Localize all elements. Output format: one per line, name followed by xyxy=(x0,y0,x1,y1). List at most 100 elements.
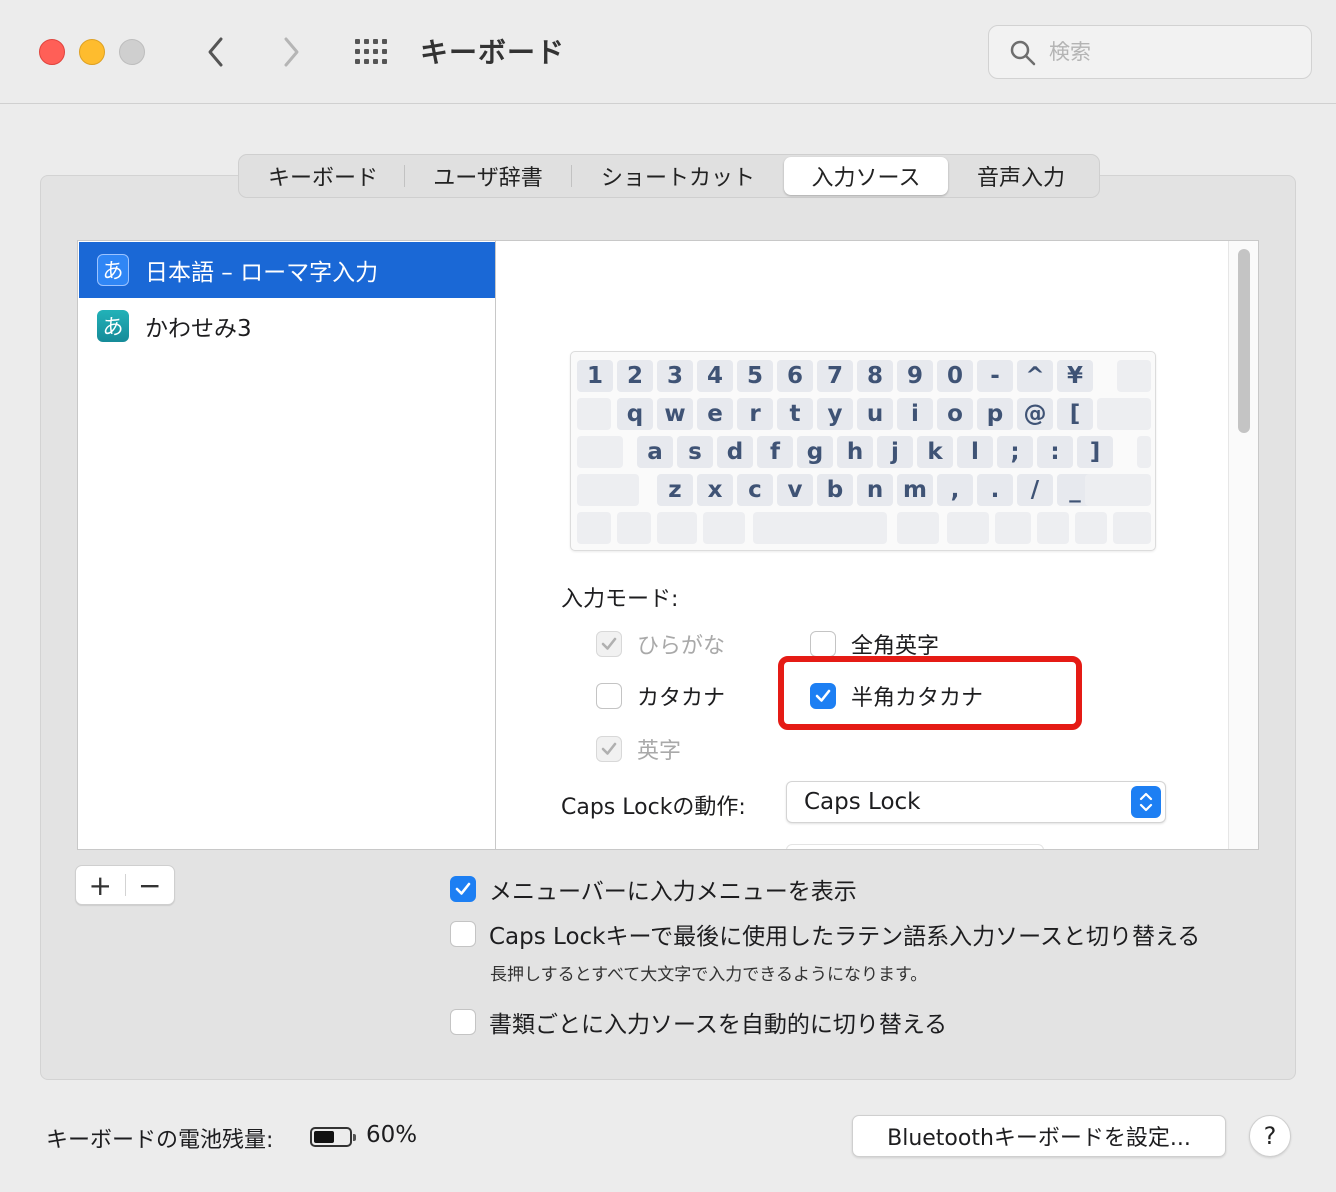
keyboard-layout-preview: 1 2 3 4 5 6 7 8 9 0- ^ ¥ q w e r t y u i o p @[a s d f g h j k l;:] z x c… xyxy=(570,351,1156,551)
search-icon xyxy=(1010,40,1036,66)
chevron-up-down-icon xyxy=(1139,792,1153,812)
option-show-input-menu[interactable]: メニューバーに入力メニューを表示 xyxy=(450,872,857,906)
keyboard-key: a xyxy=(637,436,673,468)
caps-lock-switch-checkbox[interactable] xyxy=(450,921,476,947)
tab-dictation[interactable]: 音声入力 xyxy=(948,157,1094,195)
battery-value: 60% xyxy=(366,1122,418,1148)
search-field[interactable] xyxy=(988,25,1312,79)
battery-nub xyxy=(353,1134,356,1141)
keyboard-key: b xyxy=(817,474,853,506)
keyboard-key: p xyxy=(977,398,1013,430)
keyboard-key: x xyxy=(697,474,733,506)
keyboard-key-blank xyxy=(1113,512,1151,544)
keyboard-key: - xyxy=(977,360,1013,392)
keyboard-key-blank xyxy=(577,512,611,544)
option-auto-switch[interactable]: 書類ごとに入力ソースを自動的に切り替える xyxy=(450,1005,947,1039)
keyboard-key: @ xyxy=(1017,398,1053,430)
setup-bluetooth-keyboard-button[interactable]: Bluetoothキーボードを設定... xyxy=(852,1115,1226,1157)
auto-switch-checkbox[interactable] xyxy=(450,1009,476,1035)
keyboard-key: z xyxy=(657,474,693,506)
keyboard-key: j xyxy=(877,436,913,468)
help-button[interactable]: ? xyxy=(1249,1115,1291,1157)
scroll-thumb[interactable] xyxy=(1238,249,1250,433)
caps-lock-switch-label: Caps Lockキーで最後に使用したラテン語系入力ソースと切り替える xyxy=(489,924,1201,950)
input-source-detail: 1 2 3 4 5 6 7 8 9 0- ^ ¥ q w e r t y u i o p @[a s d f g h j k l;:] z x c… xyxy=(495,240,1259,850)
caps-lock-behavior-select[interactable]: Caps Lock xyxy=(786,781,1166,823)
show-input-menu-label: メニューバーに入力メニューを表示 xyxy=(489,879,857,905)
keyboard-key-blank xyxy=(577,436,623,468)
show-input-menu-checkbox[interactable] xyxy=(450,876,476,902)
checkmark-icon xyxy=(455,882,471,895)
keyboard-key: i xyxy=(897,398,933,430)
mode-eiji: 英字 xyxy=(596,733,681,765)
chevron-right-icon xyxy=(284,37,299,67)
hankaku-katakana-checkbox[interactable] xyxy=(810,683,836,709)
grid-icon xyxy=(355,39,387,64)
katakana-label: カタカナ xyxy=(637,686,726,711)
show-all-button[interactable] xyxy=(350,34,394,70)
kawasemi-icon: あ xyxy=(97,310,129,342)
checkmark-icon xyxy=(601,637,617,650)
checkmark-icon xyxy=(815,689,831,702)
list-item-label: かわせみ3 xyxy=(145,316,252,342)
remove-source-button[interactable]: − xyxy=(125,866,174,904)
battery-icon xyxy=(310,1127,356,1147)
keyboard-key: : xyxy=(1037,436,1073,468)
keyboard-key: ^ xyxy=(1017,360,1053,392)
keyboard-key: 8 xyxy=(857,360,893,392)
mode-katakana[interactable]: カタカナ xyxy=(596,680,725,712)
partially-visible-select[interactable] xyxy=(786,844,1044,849)
keyboard-key-blank xyxy=(577,398,611,430)
keyboard-key: e xyxy=(697,398,733,430)
keyboard-key: m xyxy=(897,474,933,506)
tab-keyboard[interactable]: キーボード xyxy=(242,157,404,195)
tab-user-dictionary[interactable]: ユーザ辞書 xyxy=(405,157,571,195)
caps-lock-select-value: Caps Lock xyxy=(804,789,921,815)
search-input[interactable] xyxy=(1049,36,1299,68)
window-title: キーボード xyxy=(420,36,566,69)
keyboard-key: , xyxy=(937,474,973,506)
keyboard-key-blank xyxy=(1117,360,1151,392)
zoom-window-button[interactable] xyxy=(119,39,145,65)
keyboard-key: k xyxy=(917,436,953,468)
keyboard-key-blank xyxy=(1075,512,1107,544)
katakana-checkbox[interactable] xyxy=(596,683,622,709)
select-stepper xyxy=(1131,786,1161,818)
keyboard-key: [ xyxy=(1057,398,1093,430)
keyboard-key: 1 xyxy=(577,360,613,392)
list-item-label: 日本語 – ローマ字入力 xyxy=(145,260,379,286)
hiragana-checkbox xyxy=(596,631,622,657)
list-item-kawasemi[interactable]: あ かわせみ3 xyxy=(79,298,495,354)
list-item-japanese-romaji[interactable]: あ 日本語 – ローマ字入力 xyxy=(79,242,495,298)
minimize-window-button[interactable] xyxy=(79,39,105,65)
close-window-button[interactable] xyxy=(39,39,65,65)
detail-scrollbar[interactable] xyxy=(1228,241,1258,849)
keyboard-key-blank xyxy=(897,512,939,544)
keyboard-key: 4 xyxy=(697,360,733,392)
mode-hankaku-katakana[interactable]: 半角カタカナ xyxy=(810,680,983,712)
keyboard-key: v xyxy=(777,474,813,506)
input-mode-label: 入力モード: xyxy=(561,587,679,612)
keyboard-key: 2 xyxy=(617,360,653,392)
option-caps-lock-switch[interactable]: Caps Lockキーで最後に使用したラテン語系入力ソースと切り替える xyxy=(450,917,1200,951)
caps-lock-behavior-label: Caps Lockの動作: xyxy=(561,795,746,820)
tab-input-sources[interactable]: 入力ソース xyxy=(784,157,948,195)
tab-shortcuts[interactable]: ショートカット xyxy=(572,157,784,195)
keyboard-key: ] xyxy=(1077,436,1113,468)
add-remove-control: + − xyxy=(75,865,175,905)
keyboard-key: 9 xyxy=(897,360,933,392)
title-bar: キーボード xyxy=(0,0,1336,104)
keyboard-key-blank xyxy=(1097,398,1151,430)
forward-button[interactable] xyxy=(271,30,311,74)
chevron-left-icon xyxy=(208,37,223,67)
keyboard-key-blank xyxy=(753,512,887,544)
battery-label: キーボードの電池残量: xyxy=(46,1128,274,1153)
keyboard-key-blank xyxy=(1037,512,1069,544)
battery-level-fill xyxy=(314,1131,335,1143)
keyboard-key-blank xyxy=(1137,436,1151,468)
keyboard-key: n xyxy=(857,474,893,506)
back-button[interactable] xyxy=(196,30,236,74)
zenkaku-eiji-checkbox[interactable] xyxy=(810,631,836,657)
add-source-button[interactable]: + xyxy=(76,866,125,904)
keyboard-key: l xyxy=(957,436,993,468)
